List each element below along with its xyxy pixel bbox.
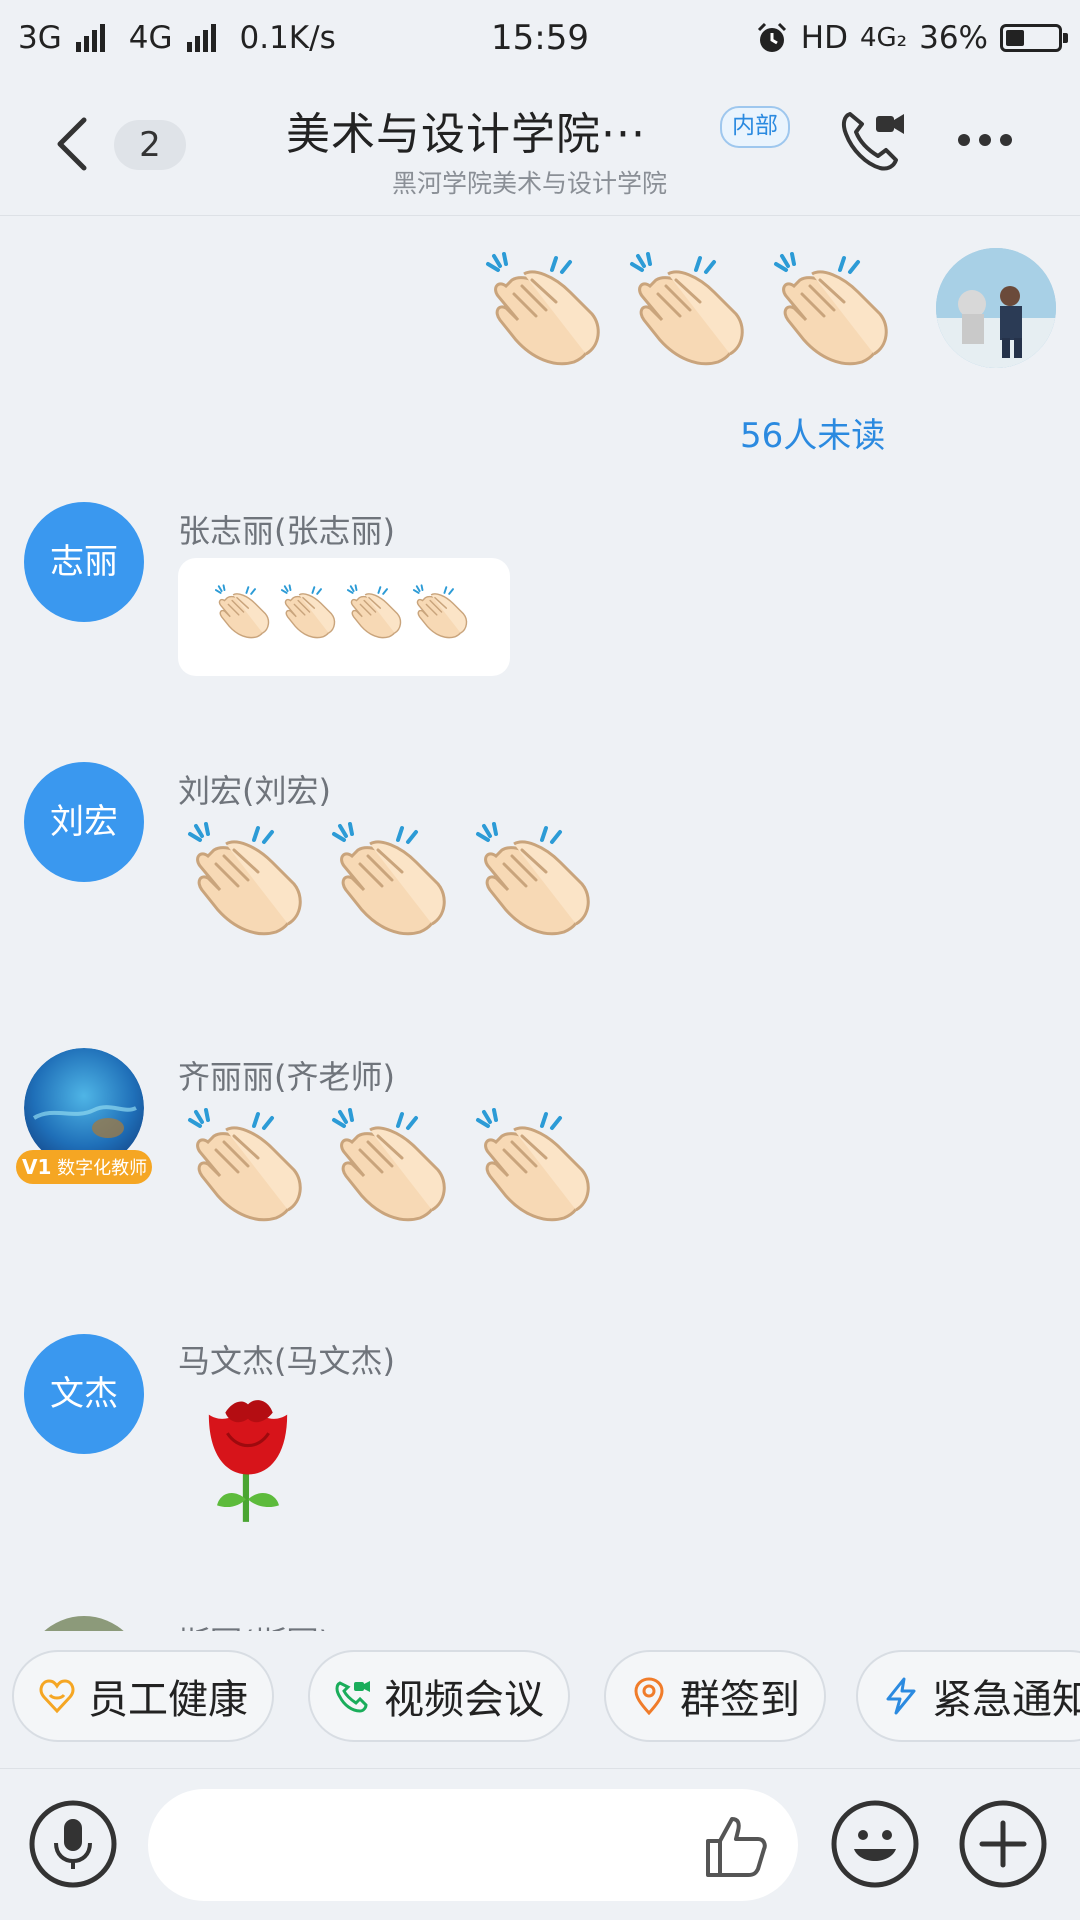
chat-title[interactable]: 美术与设计学院···: [286, 98, 646, 162]
quick-action-bar: 员工健康 视频会议 群签到 紧急通知: [0, 1650, 1080, 1746]
message-input-bar: [0, 1768, 1080, 1920]
teacher-badge: V1 数字化教师: [16, 1150, 152, 1184]
sender-name: 刘宏(刘宏): [178, 772, 331, 810]
unread-count-badge[interactable]: 2: [114, 120, 186, 170]
sender-name: 斯军(斯军): [178, 1618, 331, 1631]
quick-action-label: 视频会议: [384, 1677, 544, 1723]
network-3g-label: 3G: [18, 20, 62, 56]
clap-emoji: [772, 250, 902, 370]
network-4g2-label: 4G₂: [859, 23, 908, 53]
sender-avatar[interactable]: 志丽: [24, 502, 144, 622]
unread-receipt[interactable]: 56人未读: [740, 408, 885, 457]
quick-action-employee-health[interactable]: 员工健康: [12, 1650, 274, 1742]
network-4g-label: 4G: [128, 20, 173, 56]
sender-name: 张志丽(张志丽): [178, 512, 395, 550]
sender-avatar[interactable]: [24, 1616, 144, 1631]
clap-emoji: [412, 582, 474, 642]
battery-icon: [1000, 24, 1068, 52]
chat-header: 2 美术与设计学院··· 内部 黑河学院美术与设计学院: [0, 76, 1080, 216]
location-pin-icon: [634, 1677, 664, 1715]
status-bar: 3G 4G 0.1K/s 15:59 HD 4G₂ 36%: [0, 0, 1080, 76]
net-speed: 0.1K/s: [239, 20, 336, 56]
more-options-icon[interactable]: [958, 131, 1024, 151]
battery-percent: 36%: [919, 20, 988, 56]
clap-emoji: [214, 582, 276, 642]
chat-subtitle: 黑河学院美术与设计学院: [392, 169, 668, 198]
clap-emoji: [474, 1106, 604, 1226]
self-avatar[interactable]: [936, 248, 1056, 368]
quick-action-label: 群签到: [680, 1677, 800, 1723]
signal-icon: [186, 24, 216, 52]
add-more-icon[interactable]: [958, 1799, 1048, 1889]
clap-emoji: [330, 820, 460, 940]
clap-emoji: [474, 820, 604, 940]
quick-action-label: 员工健康: [88, 1677, 248, 1723]
hd-label: HD: [800, 20, 848, 56]
internal-tag: 内部: [720, 106, 790, 148]
emoji-icon[interactable]: [830, 1799, 920, 1889]
clap-emoji: [484, 250, 614, 370]
clap-emoji: [346, 582, 408, 642]
clap-emoji: [330, 1106, 460, 1226]
quick-action-video-meeting[interactable]: 视频会议: [308, 1650, 570, 1742]
voice-input-icon[interactable]: [28, 1799, 118, 1889]
video-call-icon: [335, 1681, 370, 1713]
quick-action-group-checkin[interactable]: 群签到: [604, 1650, 826, 1742]
sender-name: 齐丽丽(齐老师): [178, 1058, 395, 1096]
quick-action-label: 紧急通知: [932, 1677, 1080, 1723]
quick-action-urgent-notice[interactable]: 紧急通知: [856, 1650, 1080, 1742]
sender-avatar[interactable]: 刘宏: [24, 762, 144, 882]
clap-emoji: [186, 820, 316, 940]
alarm-icon: [757, 22, 786, 52]
message-list[interactable]: 56人未读 志丽 张志丽(张志丽) 刘宏 刘宏(刘宏) V1 数字化教师 齐丽丽…: [0, 216, 1080, 1631]
signal-icon: [75, 24, 105, 52]
clap-emoji: [186, 1106, 316, 1226]
sender-name: 马文杰(马文杰): [178, 1342, 395, 1380]
heart-smile-icon: [39, 1679, 75, 1714]
message-bubble[interactable]: [178, 558, 510, 676]
clap-emoji: [628, 250, 758, 370]
clap-emoji: [280, 582, 342, 642]
video-call-icon[interactable]: [836, 104, 908, 176]
rose-emoji: [196, 1392, 300, 1526]
lightning-icon: [886, 1677, 916, 1715]
sender-avatar[interactable]: 文杰: [24, 1334, 144, 1454]
back-arrow-icon[interactable]: [48, 114, 98, 174]
thumbs-up-icon[interactable]: [700, 1811, 770, 1881]
